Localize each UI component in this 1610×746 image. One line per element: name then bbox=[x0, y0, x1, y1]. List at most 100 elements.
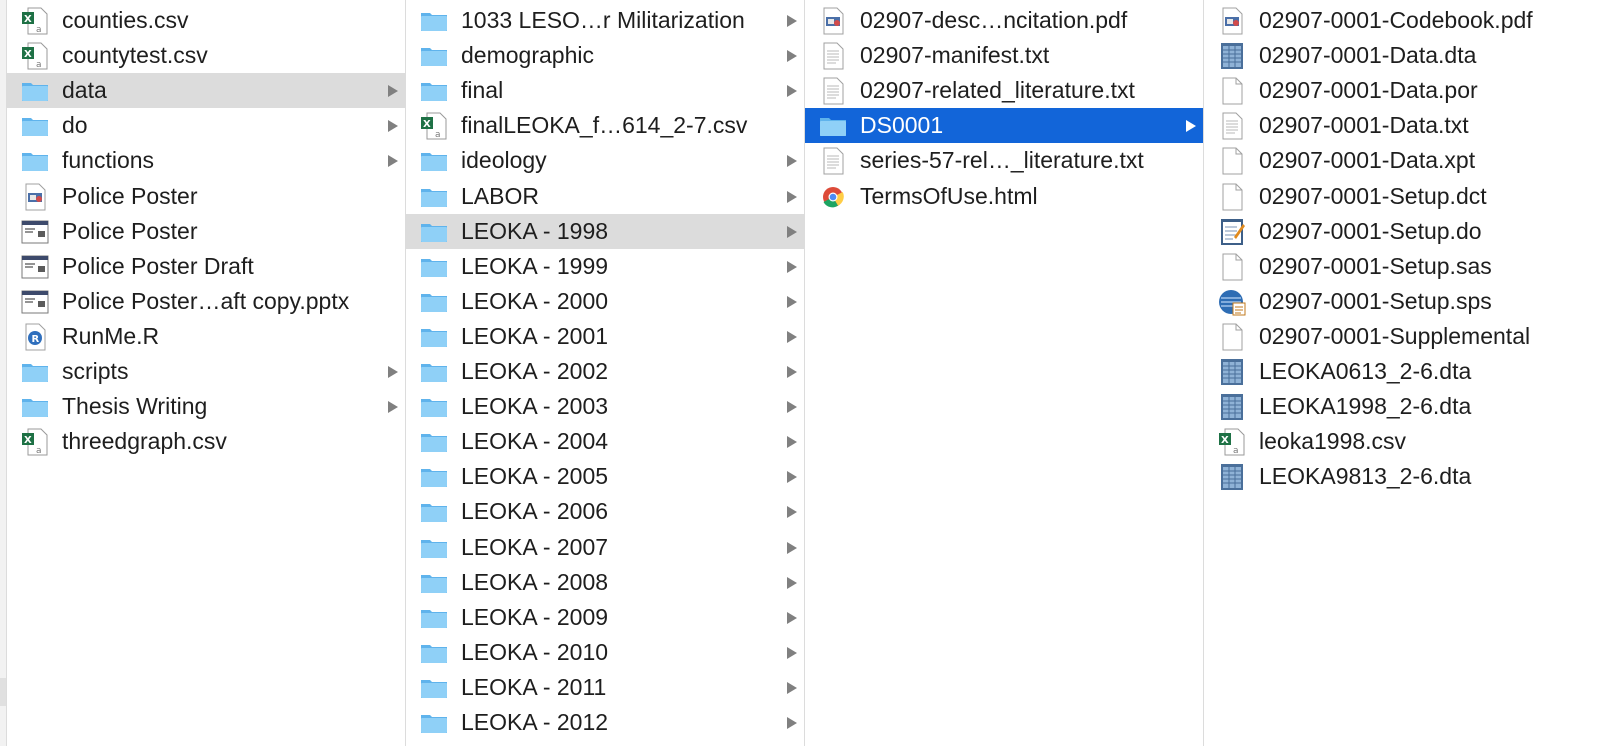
col-2-row[interactable]: LEOKA - 2007 bbox=[406, 530, 804, 565]
presentation-icon bbox=[21, 288, 49, 316]
disclosure-arrow-icon[interactable] bbox=[786, 295, 798, 309]
col-1-row[interactable]: Police Poster Draft bbox=[7, 249, 405, 284]
col-2-row[interactable]: LEOKA - 2000 bbox=[406, 284, 804, 319]
col-2-row[interactable]: LEOKA - 2008 bbox=[406, 565, 804, 600]
col-4-row[interactable]: Xa leoka1998.csv bbox=[1204, 424, 1610, 459]
col-4-row[interactable]: 02907-0001-Data.txt bbox=[1204, 108, 1610, 143]
col-3-row[interactable]: 02907-desc…ncitation.pdf bbox=[805, 3, 1203, 38]
col-2-row[interactable]: LEOKA - 2011 bbox=[406, 670, 804, 705]
col-1-row[interactable]: Xa counties.csv bbox=[7, 3, 405, 38]
col-2-row[interactable]: LEOKA - 2010 bbox=[406, 635, 804, 670]
item-label: LEOKA - 2006 bbox=[461, 498, 609, 525]
disclosure-arrow-icon[interactable] bbox=[786, 49, 798, 63]
col-4-row[interactable]: 02907-0001-Data.dta bbox=[1204, 38, 1610, 73]
folder-icon bbox=[420, 7, 448, 35]
col-2-row[interactable]: LEOKA - 2004 bbox=[406, 424, 804, 459]
browser-column-4[interactable]: 02907-0001-Codebook.pdf 02907-0001-Data.d… bbox=[1204, 0, 1610, 746]
folder-icon bbox=[420, 463, 448, 491]
col-2-row[interactable]: LEOKA - 2006 bbox=[406, 494, 804, 529]
col-1-row[interactable]: R RunMe.R bbox=[7, 319, 405, 354]
disclosure-arrow-icon[interactable] bbox=[786, 154, 798, 168]
col-1-row[interactable]: Police Poster bbox=[7, 214, 405, 249]
col-2-row[interactable]: LEOKA - 2009 bbox=[406, 600, 804, 635]
col-3-row[interactable]: series-57-rel…_literature.txt bbox=[805, 143, 1203, 178]
col-2-row[interactable]: 1033 LESO…r Militarization bbox=[406, 3, 804, 38]
item-label: 02907-0001-Setup.sps bbox=[1259, 287, 1492, 314]
col-4-row[interactable]: 02907-0001-Setup.sps bbox=[1204, 284, 1610, 319]
col-4-row[interactable]: 02907-0001-Supplemental bbox=[1204, 319, 1610, 354]
disclosure-arrow-icon[interactable] bbox=[786, 400, 798, 414]
browser-column-3[interactable]: 02907-desc…ncitation.pdf 02907-manifest.t… bbox=[805, 0, 1203, 746]
col-2-row[interactable]: Xa finalLEOKA_f…614_2-7.csv bbox=[406, 108, 804, 143]
col-4-row[interactable]: LEOKA1998_2-6.dta bbox=[1204, 389, 1610, 424]
disclosure-arrow-icon[interactable] bbox=[786, 14, 798, 28]
blank-file-icon bbox=[1218, 323, 1246, 351]
disclosure-arrow-icon[interactable] bbox=[786, 470, 798, 484]
col-1-row[interactable]: Xa threedgraph.csv bbox=[7, 424, 405, 459]
item-label: demographic bbox=[461, 42, 594, 69]
col-1-row[interactable]: Police Poster…aft copy.pptx bbox=[7, 284, 405, 319]
col-1-row[interactable]: Thesis Writing bbox=[7, 389, 405, 424]
col-4-row[interactable]: LEOKA0613_2-6.dta bbox=[1204, 354, 1610, 389]
disclosure-arrow-icon[interactable] bbox=[786, 576, 798, 590]
col-2-row[interactable]: LEOKA - 2002 bbox=[406, 354, 804, 389]
folder-icon bbox=[420, 393, 448, 421]
disclosure-arrow-icon[interactable] bbox=[1185, 119, 1197, 133]
browser-column-2[interactable]: 1033 LESO…r Militarization demographic fin… bbox=[406, 0, 804, 746]
col-2-row[interactable]: demographic bbox=[406, 38, 804, 73]
disclosure-arrow-icon[interactable] bbox=[786, 611, 798, 625]
col-3-row[interactable]: DS0001 bbox=[805, 108, 1203, 144]
disclosure-arrow-icon[interactable] bbox=[786, 681, 798, 695]
disclosure-arrow-icon[interactable] bbox=[786, 330, 798, 344]
text-file-icon bbox=[819, 147, 847, 175]
col-2-row[interactable]: LEOKA - 1998 bbox=[406, 213, 804, 249]
col-4-row[interactable]: 02907-0001-Data.xpt bbox=[1204, 143, 1610, 178]
disclosure-arrow-icon[interactable] bbox=[387, 84, 399, 98]
col-1-row[interactable]: scripts bbox=[7, 354, 405, 389]
browser-column-1[interactable]: Xa counties.csv Xa countytest.csv data do func… bbox=[7, 0, 405, 746]
item-label: LEOKA - 1998 bbox=[461, 217, 609, 244]
col-1-row[interactable]: Police Poster bbox=[7, 179, 405, 214]
col-2-row[interactable]: ideology bbox=[406, 143, 804, 178]
col-4-row[interactable]: 02907-0001-Data.por bbox=[1204, 73, 1610, 108]
disclosure-arrow-icon[interactable] bbox=[786, 190, 798, 204]
col-3-row[interactable]: TermsOfUse.html bbox=[805, 179, 1203, 214]
col-4-row[interactable]: 02907-0001-Setup.do bbox=[1204, 214, 1610, 249]
col-1-row[interactable]: functions bbox=[7, 143, 405, 178]
disclosure-arrow-icon[interactable] bbox=[786, 505, 798, 519]
col-1-row[interactable]: data bbox=[7, 73, 405, 109]
disclosure-arrow-icon[interactable] bbox=[387, 154, 399, 168]
col-1-row[interactable]: Xa countytest.csv bbox=[7, 38, 405, 73]
item-label: LABOR bbox=[461, 182, 539, 209]
item-label: 02907-0001-Supplemental bbox=[1259, 322, 1531, 349]
item-label: LEOKA - 2008 bbox=[461, 568, 609, 595]
disclosure-arrow-icon[interactable] bbox=[786, 260, 798, 274]
disclosure-arrow-icon[interactable] bbox=[786, 84, 798, 98]
disclosure-arrow-icon[interactable] bbox=[387, 400, 399, 414]
disclosure-arrow-icon[interactable] bbox=[786, 541, 798, 555]
col-2-row[interactable]: LEOKA - 2003 bbox=[406, 389, 804, 424]
disclosure-arrow-icon[interactable] bbox=[786, 365, 798, 379]
disclosure-arrow-icon[interactable] bbox=[387, 119, 399, 133]
col-3-row[interactable]: 02907-manifest.txt bbox=[805, 38, 1203, 73]
col-2-row[interactable]: LEOKA - 1999 bbox=[406, 249, 804, 284]
folder-icon bbox=[420, 639, 448, 667]
disclosure-arrow-icon[interactable] bbox=[786, 646, 798, 660]
item-label: LEOKA - 2012 bbox=[461, 709, 609, 735]
disclosure-arrow-icon[interactable] bbox=[387, 365, 399, 379]
col-3-row[interactable]: 02907-related_literature.txt bbox=[805, 73, 1203, 108]
col-4-row[interactable]: 02907-0001-Setup.dct bbox=[1204, 179, 1610, 214]
col-2-row[interactable]: LEOKA - 2012 bbox=[406, 705, 804, 740]
disclosure-arrow-icon[interactable] bbox=[786, 225, 798, 239]
col-4-row[interactable]: 02907-0001-Codebook.pdf bbox=[1204, 3, 1610, 38]
col-2-row[interactable]: LABOR bbox=[406, 179, 804, 214]
item-label: LEOKA - 2011 bbox=[461, 673, 607, 700]
disclosure-arrow-icon[interactable] bbox=[786, 435, 798, 449]
disclosure-arrow-icon[interactable] bbox=[786, 716, 798, 730]
col-2-row[interactable]: final bbox=[406, 73, 804, 108]
col-2-row[interactable]: LEOKA - 2005 bbox=[406, 459, 804, 494]
col-4-row[interactable]: 02907-0001-Setup.sas bbox=[1204, 249, 1610, 284]
col-1-row[interactable]: do bbox=[7, 108, 405, 143]
col-4-row[interactable]: LEOKA9813_2-6.dta bbox=[1204, 459, 1610, 494]
col-2-row[interactable]: LEOKA - 2001 bbox=[406, 319, 804, 354]
